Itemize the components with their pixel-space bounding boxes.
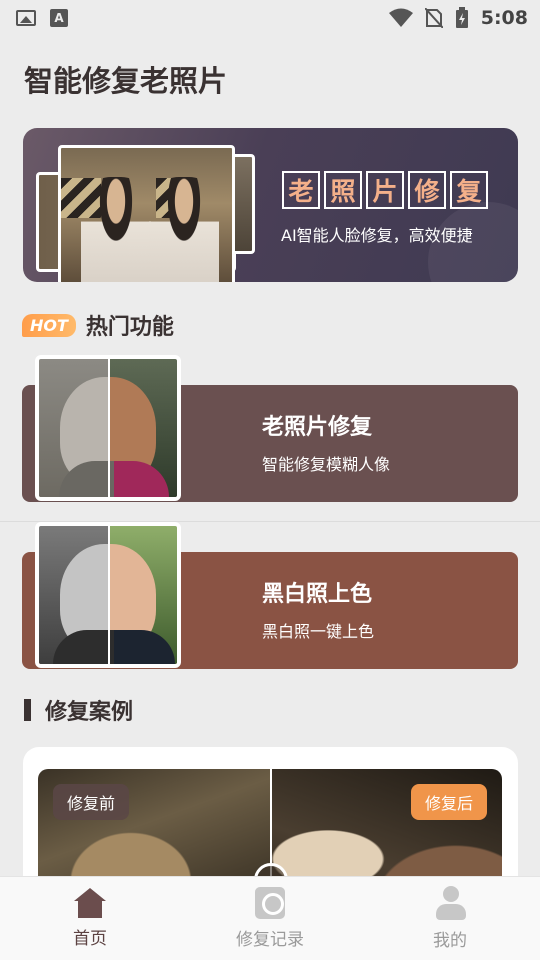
font-a-icon: A: [50, 9, 68, 27]
user-icon: [434, 886, 466, 920]
feature-title: 老照片修复: [262, 415, 373, 440]
hot-section-header: HOT 热门功能: [22, 309, 174, 341]
section-marker: [24, 699, 31, 721]
battery-charging-icon: [455, 7, 468, 28]
clock: 5:08: [480, 7, 528, 29]
banner-title-char: 老: [282, 171, 320, 209]
section-title: 修复案例: [45, 700, 134, 725]
banner-subtitle: AI智能人脸修复，高效便捷: [281, 226, 473, 245]
banner-title-char: 复: [450, 171, 488, 209]
cases-section-header: 修复案例: [24, 694, 133, 726]
nav-label: 我的: [433, 931, 467, 951]
feature-title: 黑白照上色: [262, 582, 373, 607]
status-bar: A 5:08: [0, 0, 540, 36]
feature-thumbnail: [35, 355, 181, 501]
feature-card-old-photo-restore[interactable]: 老照片修复 智能修复模糊人像: [22, 355, 518, 502]
banner-title-char: 照: [324, 171, 362, 209]
record-icon: [255, 887, 285, 919]
gallery-icon: [16, 10, 36, 26]
page-title: 智能修复老照片: [24, 64, 228, 98]
after-tag: 修复后: [410, 784, 487, 820]
home-icon: [74, 888, 106, 918]
before-tag: 修复前: [53, 784, 130, 820]
feature-card-colorize[interactable]: 黑白照上色 黑白照一键上色: [22, 522, 518, 669]
banner-title-char: 片: [366, 171, 404, 209]
nav-label: 修复记录: [236, 930, 304, 950]
banner-photo: [58, 145, 235, 282]
feature-subtitle: 智能修复模糊人像: [262, 455, 391, 474]
bottom-nav: 首页 修复记录 我的: [0, 876, 540, 960]
banner[interactable]: 老 照 片 修 复 AI智能人脸修复，高效便捷: [23, 128, 518, 282]
no-sim-icon: [424, 8, 443, 28]
section-title: 热门功能: [85, 315, 174, 340]
hot-badge: HOT: [22, 313, 76, 337]
wifi-icon: [388, 8, 413, 27]
nav-item-home[interactable]: 首页: [30, 888, 150, 949]
banner-title-char: 修: [408, 171, 446, 209]
feature-thumbnail: [35, 522, 181, 668]
nav-label: 首页: [73, 929, 107, 949]
feature-subtitle: 黑白照一键上色: [262, 622, 375, 641]
nav-item-records[interactable]: 修复记录: [210, 887, 330, 950]
banner-title: 老 照 片 修 复: [282, 171, 488, 209]
nav-item-profile[interactable]: 我的: [390, 886, 510, 951]
